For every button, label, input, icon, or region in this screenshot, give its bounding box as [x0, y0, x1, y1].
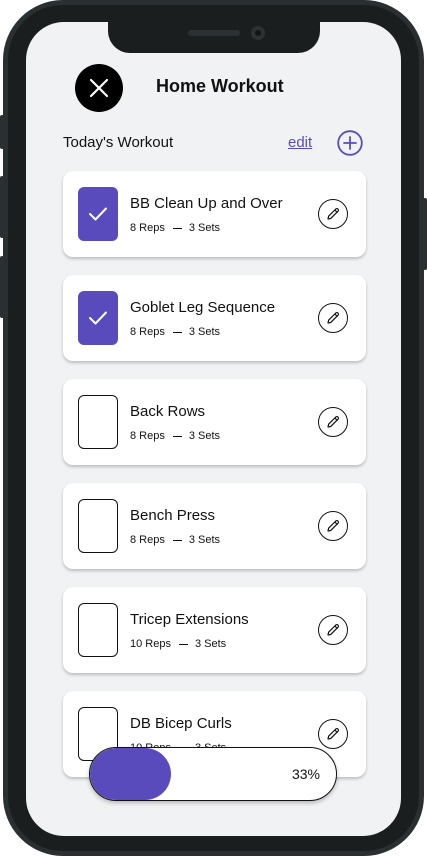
close-button[interactable]: [75, 64, 123, 112]
edit-exercise-button[interactable]: [318, 199, 348, 229]
separator-dash: [172, 539, 182, 541]
volume-down-button: [0, 256, 4, 318]
pencil-icon: [327, 623, 340, 636]
edit-exercise-button[interactable]: [318, 407, 348, 437]
exercise-reps: 8 Reps: [130, 534, 165, 546]
exercise-checkbox[interactable]: [78, 499, 118, 553]
exercise-checkbox[interactable]: [78, 395, 118, 449]
exercise-details: 8 Reps 3 Sets: [130, 222, 220, 234]
exercise-name: BB Clean Up and Over: [130, 195, 283, 212]
exercise-card[interactable]: BB Clean Up and Over 8 Reps 3 Sets: [63, 171, 366, 257]
progress-fill: [90, 748, 172, 800]
pencil-icon: [327, 519, 340, 532]
exercise-sets: 3 Sets: [188, 534, 221, 546]
exercise-card[interactable]: Goblet Leg Sequence 8 Reps 3 Sets: [63, 275, 366, 361]
exercise-checkbox[interactable]: [78, 603, 118, 657]
edit-exercise-button[interactable]: [318, 615, 348, 645]
edit-exercise-button[interactable]: [318, 303, 348, 333]
add-exercise-button[interactable]: [337, 130, 363, 156]
pencil-icon: [327, 727, 340, 740]
separator-dash: [172, 331, 182, 333]
edit-exercise-button[interactable]: [318, 511, 348, 541]
exercise-name: DB Bicep Curls: [130, 715, 232, 732]
mute-switch: [0, 115, 4, 149]
speaker-grille: [188, 30, 240, 36]
checkmark-icon: [89, 207, 107, 221]
notch: [108, 22, 320, 53]
separator-dash: [172, 435, 182, 437]
volume-up-button: [0, 176, 4, 238]
exercise-reps: 10 Reps: [130, 638, 171, 650]
exercise-reps: 8 Reps: [130, 430, 165, 442]
exercise-name: Back Rows: [130, 403, 206, 420]
exercise-reps: 8 Reps: [130, 326, 165, 338]
plus-circle-icon: [337, 130, 363, 156]
exercise-name: Tricep Extensions: [130, 611, 249, 628]
front-camera: [251, 26, 265, 40]
pencil-icon: [327, 311, 340, 324]
exercise-card[interactable]: Tricep Extensions 10 Reps 3 Sets: [63, 587, 366, 673]
exercise-checkbox[interactable]: [78, 291, 118, 345]
exercise-details: 8 Reps 3 Sets: [130, 326, 220, 338]
exercise-details: 8 Reps 3 Sets: [130, 534, 220, 546]
exercise-details: 10 Reps 3 Sets: [130, 638, 226, 650]
exercise-sets: 3 Sets: [188, 430, 221, 442]
edit-link[interactable]: edit: [288, 134, 312, 151]
exercise-reps: 8 Reps: [130, 222, 165, 234]
pencil-icon: [327, 207, 340, 220]
screen: Home Workout Today's Workout edit BB Cle…: [26, 22, 401, 836]
exercise-sets: 3 Sets: [188, 326, 221, 338]
pencil-icon: [327, 415, 340, 428]
separator-dash: [172, 227, 182, 229]
exercise-sets: 3 Sets: [188, 222, 221, 234]
exercise-details: 8 Reps 3 Sets: [130, 430, 220, 442]
page-title: Home Workout: [156, 76, 284, 96]
exercise-checkbox[interactable]: [78, 187, 118, 241]
exercise-card[interactable]: Back Rows 8 Reps 3 Sets: [63, 379, 366, 465]
close-icon: [89, 78, 109, 98]
exercise-card[interactable]: Bench Press 8 Reps 3 Sets: [63, 483, 366, 569]
checkmark-icon: [89, 311, 107, 325]
edit-exercise-button[interactable]: [318, 719, 348, 749]
section-title: Today's Workout: [63, 134, 174, 151]
workout-progress-bar: 33%: [89, 747, 337, 801]
exercise-name: Bench Press: [130, 507, 216, 524]
progress-percentage: 33%: [291, 766, 320, 782]
power-button: [423, 198, 427, 270]
exercise-name: Goblet Leg Sequence: [130, 299, 276, 316]
exercise-sets: 3 Sets: [194, 638, 227, 650]
separator-dash: [178, 643, 188, 645]
